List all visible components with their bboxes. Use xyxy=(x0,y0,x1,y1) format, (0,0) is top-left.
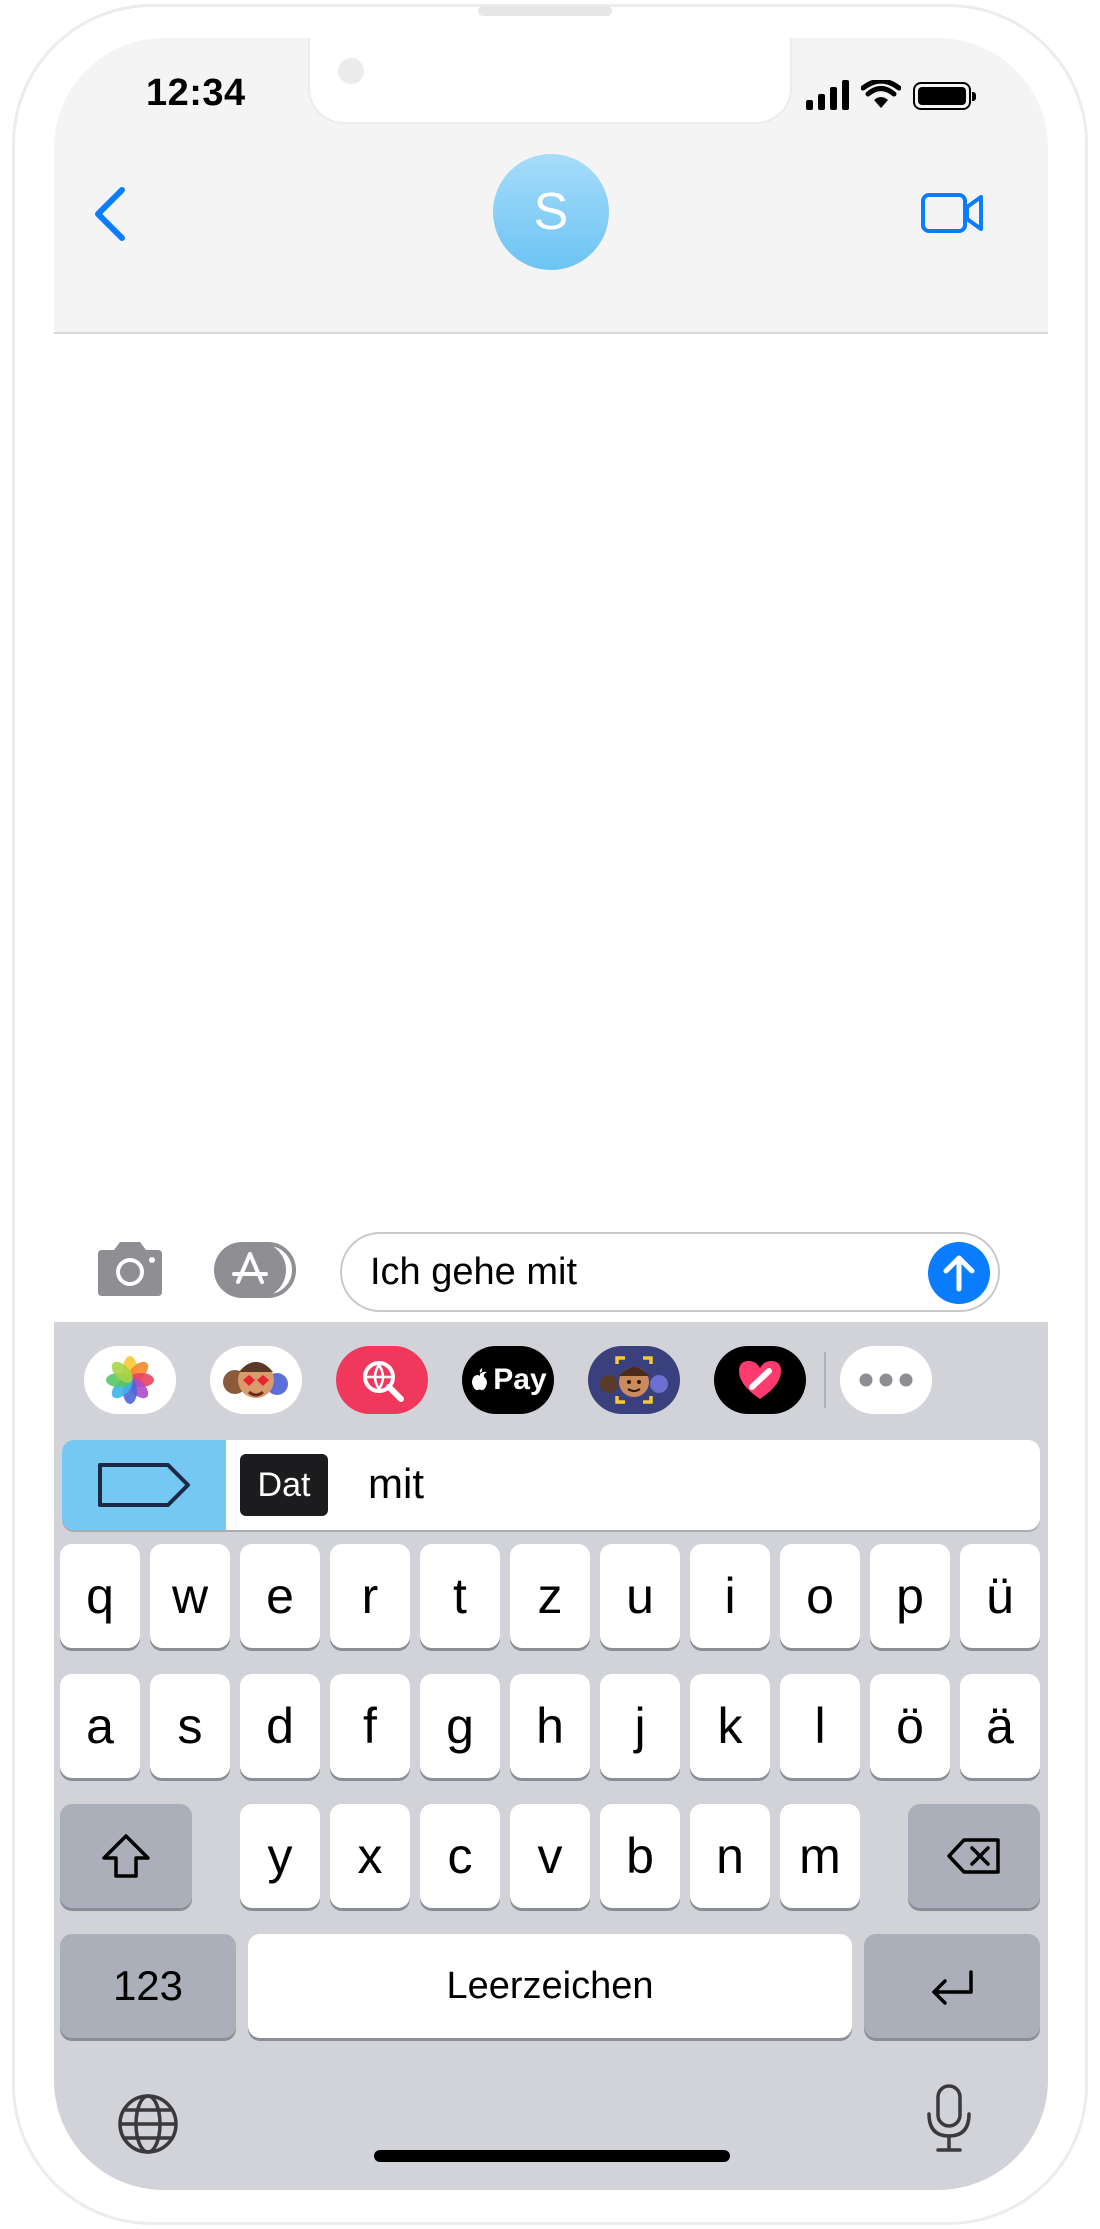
space-key[interactable]: Leerzeichen xyxy=(248,1934,852,2038)
app-store-button[interactable] xyxy=(214,1242,296,1298)
suggestion-word[interactable]: mit xyxy=(368,1460,424,1508)
suggestion-bar: Dat mit xyxy=(62,1440,1040,1530)
key-j[interactable]: j xyxy=(600,1674,680,1778)
key-t[interactable]: t xyxy=(420,1544,500,1648)
app-store-pill xyxy=(214,1242,286,1298)
key-h[interactable]: h xyxy=(510,1674,590,1778)
shift-key[interactable] xyxy=(60,1804,192,1908)
key-c[interactable]: c xyxy=(420,1804,500,1908)
memoji-stickers-app-button[interactable] xyxy=(210,1346,302,1414)
key-oe[interactable]: ö xyxy=(870,1674,950,1778)
key-x[interactable]: x xyxy=(330,1804,410,1908)
key-e[interactable]: e xyxy=(240,1544,320,1648)
contact-avatar[interactable]: S xyxy=(493,154,609,270)
front-camera xyxy=(338,58,364,84)
dictation-button[interactable] xyxy=(924,2082,974,2154)
notch xyxy=(308,38,792,124)
key-z[interactable]: z xyxy=(510,1544,590,1648)
drawer-divider xyxy=(824,1352,826,1408)
message-text: Ich gehe mit xyxy=(370,1250,577,1293)
key-v[interactable]: v xyxy=(510,1804,590,1908)
status-icons xyxy=(806,76,976,110)
key-f[interactable]: f xyxy=(330,1674,410,1778)
return-key[interactable] xyxy=(864,1934,1040,2038)
home-indicator[interactable] xyxy=(374,2150,730,2162)
key-n[interactable]: n xyxy=(690,1804,770,1908)
more-apps-button[interactable] xyxy=(840,1346,932,1414)
digital-touch-icon xyxy=(739,1361,781,1399)
key-ae[interactable]: ä xyxy=(960,1674,1040,1778)
send-button[interactable] xyxy=(928,1242,990,1304)
cellular-signal-icon xyxy=(806,80,849,110)
chevron-left-icon xyxy=(95,187,125,241)
memoji-stickers-icon xyxy=(223,1362,288,1398)
video-camera-icon xyxy=(921,193,983,233)
key-q[interactable]: q xyxy=(60,1544,140,1648)
shift-icon xyxy=(102,1834,150,1878)
phone-screen: 12:34 S Ich gehe mit Pay Dat mit q w e r… xyxy=(54,38,1048,2190)
photos-app-button[interactable] xyxy=(84,1346,176,1414)
key-s[interactable]: s xyxy=(150,1674,230,1778)
key-a[interactable]: a xyxy=(60,1674,140,1778)
more-icon xyxy=(859,1373,913,1387)
status-time: 12:34 xyxy=(146,72,246,114)
back-button[interactable] xyxy=(88,184,132,244)
key-i[interactable]: i xyxy=(690,1544,770,1648)
key-y[interactable]: y xyxy=(240,1804,320,1908)
key-b[interactable]: b xyxy=(600,1804,680,1908)
microphone-icon xyxy=(927,2084,971,2152)
app-store-icon xyxy=(232,1252,268,1284)
globe-icon xyxy=(118,2094,178,2154)
memoji-icon xyxy=(600,1356,668,1404)
battery-icon xyxy=(913,82,976,110)
memoji-app-button[interactable] xyxy=(588,1346,680,1414)
keyboard-area: Pay Dat mit q w e r t z u i o p ü a s d … xyxy=(54,1322,1048,2190)
numbers-key[interactable]: 123 xyxy=(60,1934,236,2038)
images-search-icon xyxy=(363,1361,404,1402)
delete-key[interactable] xyxy=(908,1804,1040,1908)
app-drawer: Pay xyxy=(54,1322,1048,1438)
photos-icon xyxy=(106,1356,154,1404)
digital-touch-app-button[interactable] xyxy=(714,1346,806,1414)
key-k[interactable]: k xyxy=(690,1674,770,1778)
arrow-up-icon xyxy=(943,1255,975,1292)
key-p[interactable]: p xyxy=(870,1544,950,1648)
key-o[interactable]: o xyxy=(780,1544,860,1648)
tag-button[interactable] xyxy=(62,1440,226,1530)
conversation-header: 12:34 S xyxy=(54,38,1048,334)
message-input[interactable]: Ich gehe mit xyxy=(340,1232,1000,1312)
key-r[interactable]: r xyxy=(330,1544,410,1648)
globe-button[interactable] xyxy=(116,2092,180,2156)
suggestion-badge: Dat xyxy=(240,1454,328,1516)
facetime-video-button[interactable] xyxy=(920,190,984,236)
key-l[interactable]: l xyxy=(780,1674,860,1778)
apple-pay-app-button[interactable]: Pay xyxy=(462,1346,554,1414)
apple-pay-label: Pay xyxy=(493,1363,547,1396)
key-m[interactable]: m xyxy=(780,1804,860,1908)
camera-icon xyxy=(98,1242,162,1296)
compose-bar: Ich gehe mit xyxy=(54,1186,1048,1322)
wifi-icon xyxy=(861,80,901,108)
phone-speaker xyxy=(478,6,612,16)
tag-icon xyxy=(98,1463,190,1507)
key-ue[interactable]: ü xyxy=(960,1544,1040,1648)
images-search-app-button[interactable] xyxy=(336,1346,428,1414)
delete-icon xyxy=(947,1838,1000,1874)
key-u[interactable]: u xyxy=(600,1544,680,1648)
camera-button[interactable] xyxy=(94,1240,166,1298)
key-g[interactable]: g xyxy=(420,1674,500,1778)
return-icon xyxy=(932,1970,973,2005)
key-w[interactable]: w xyxy=(150,1544,230,1648)
apple-logo-icon xyxy=(472,1368,488,1391)
key-d[interactable]: d xyxy=(240,1674,320,1778)
